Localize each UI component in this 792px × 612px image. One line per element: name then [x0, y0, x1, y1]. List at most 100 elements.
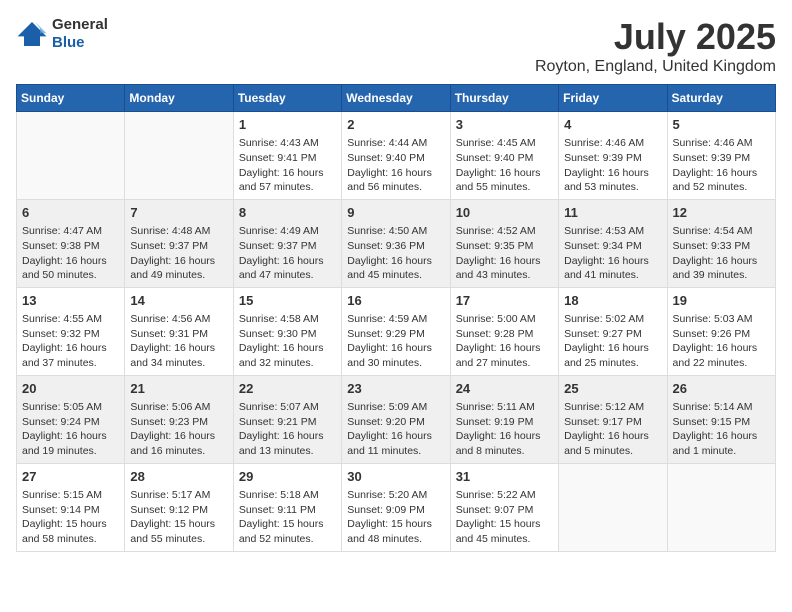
calendar-table: SundayMondayTuesdayWednesdayThursdayFrid…	[16, 84, 776, 552]
calendar-cell	[559, 463, 667, 551]
header-saturday: Saturday	[667, 85, 775, 112]
header-sunday: Sunday	[17, 85, 125, 112]
day-info: Sunrise: 4:43 AM Sunset: 9:41 PM Dayligh…	[239, 136, 336, 195]
day-info: Sunrise: 4:50 AM Sunset: 9:36 PM Dayligh…	[347, 224, 444, 283]
week-row-5: 27 Sunrise: 5:15 AM Sunset: 9:14 PM Dayli…	[17, 463, 776, 551]
calendar-cell: 5 Sunrise: 4:46 AM Sunset: 9:39 PM Daylig…	[667, 112, 775, 200]
day-number: 1	[239, 116, 336, 134]
week-row-1: 1 Sunrise: 4:43 AM Sunset: 9:41 PM Daylig…	[17, 112, 776, 200]
week-row-4: 20Sunrise: 5:05 AM Sunset: 9:24 PM Dayli…	[17, 375, 776, 463]
day-number: 15	[239, 292, 336, 310]
calendar-cell: 29Sunrise: 5:18 AM Sunset: 9:11 PM Dayli…	[233, 463, 341, 551]
day-info: Sunrise: 5:15 AM Sunset: 9:14 PM Dayligh…	[22, 488, 119, 547]
logo-line1: General	[52, 16, 108, 34]
calendar-cell: 13Sunrise: 4:55 AM Sunset: 9:32 PM Dayli…	[17, 287, 125, 375]
calendar-cell: 17 Sunrise: 5:00 AM Sunset: 9:28 PM Dayli…	[450, 287, 558, 375]
day-number: 14	[130, 292, 227, 310]
day-number: 30	[347, 468, 444, 486]
day-number: 26	[673, 380, 770, 398]
main-title: July 2025	[535, 16, 776, 58]
calendar-body: 1 Sunrise: 4:43 AM Sunset: 9:41 PM Daylig…	[17, 112, 776, 552]
header-tuesday: Tuesday	[233, 85, 341, 112]
calendar-cell: 16 Sunrise: 4:59 AM Sunset: 9:29 PM Dayli…	[342, 287, 450, 375]
calendar-cell: 2 Sunrise: 4:44 AM Sunset: 9:40 PM Daylig…	[342, 112, 450, 200]
calendar-cell: 4Sunrise: 4:46 AM Sunset: 9:39 PM Daylig…	[559, 112, 667, 200]
calendar-cell: 25 Sunrise: 5:12 AM Sunset: 9:17 PM Dayli…	[559, 375, 667, 463]
day-info: Sunrise: 4:49 AM Sunset: 9:37 PM Dayligh…	[239, 224, 336, 283]
header-wednesday: Wednesday	[342, 85, 450, 112]
day-number: 17	[456, 292, 553, 310]
calendar-cell	[667, 463, 775, 551]
day-info: Sunrise: 4:55 AM Sunset: 9:32 PM Dayligh…	[22, 312, 119, 371]
day-info: Sunrise: 5:09 AM Sunset: 9:20 PM Dayligh…	[347, 400, 444, 459]
day-number: 18	[564, 292, 661, 310]
day-info: Sunrise: 4:53 AM Sunset: 9:34 PM Dayligh…	[564, 224, 661, 283]
logo-text: General Blue	[52, 16, 108, 52]
calendar-cell: 28 Sunrise: 5:17 AM Sunset: 9:12 PM Dayli…	[125, 463, 233, 551]
day-number: 12	[673, 204, 770, 222]
calendar-cell: 26 Sunrise: 5:14 AM Sunset: 9:15 PM Dayli…	[667, 375, 775, 463]
calendar-cell: 27 Sunrise: 5:15 AM Sunset: 9:14 PM Dayli…	[17, 463, 125, 551]
week-row-2: 6Sunrise: 4:47 AM Sunset: 9:38 PM Daylig…	[17, 199, 776, 287]
day-number: 3	[456, 116, 553, 134]
day-number: 23	[347, 380, 444, 398]
calendar-cell: 23 Sunrise: 5:09 AM Sunset: 9:20 PM Dayli…	[342, 375, 450, 463]
header-row: SundayMondayTuesdayWednesdayThursdayFrid…	[17, 85, 776, 112]
day-number: 29	[239, 468, 336, 486]
calendar-cell: 15Sunrise: 4:58 AM Sunset: 9:30 PM Dayli…	[233, 287, 341, 375]
calendar-cell: 21Sunrise: 5:06 AM Sunset: 9:23 PM Dayli…	[125, 375, 233, 463]
calendar-header: SundayMondayTuesdayWednesdayThursdayFrid…	[17, 85, 776, 112]
day-number: 2	[347, 116, 444, 134]
day-info: Sunrise: 4:56 AM Sunset: 9:31 PM Dayligh…	[130, 312, 227, 371]
day-info: Sunrise: 5:05 AM Sunset: 9:24 PM Dayligh…	[22, 400, 119, 459]
day-info: Sunrise: 5:06 AM Sunset: 9:23 PM Dayligh…	[130, 400, 227, 459]
day-info: Sunrise: 5:17 AM Sunset: 9:12 PM Dayligh…	[130, 488, 227, 547]
calendar-cell: 12Sunrise: 4:54 AM Sunset: 9:33 PM Dayli…	[667, 199, 775, 287]
calendar-cell	[125, 112, 233, 200]
day-number: 19	[673, 292, 770, 310]
day-number: 28	[130, 468, 227, 486]
logo-icon	[16, 20, 48, 48]
page-header: General Blue July 2025 Royton, England, …	[16, 16, 776, 76]
day-info: Sunrise: 4:48 AM Sunset: 9:37 PM Dayligh…	[130, 224, 227, 283]
day-number: 31	[456, 468, 553, 486]
day-number: 27	[22, 468, 119, 486]
calendar-cell: 30Sunrise: 5:20 AM Sunset: 9:09 PM Dayli…	[342, 463, 450, 551]
day-info: Sunrise: 4:46 AM Sunset: 9:39 PM Dayligh…	[564, 136, 661, 195]
calendar-cell: 3 Sunrise: 4:45 AM Sunset: 9:40 PM Daylig…	[450, 112, 558, 200]
day-number: 9	[347, 204, 444, 222]
calendar-cell: 31 Sunrise: 5:22 AM Sunset: 9:07 PM Dayli…	[450, 463, 558, 551]
day-info: Sunrise: 4:45 AM Sunset: 9:40 PM Dayligh…	[456, 136, 553, 195]
day-info: Sunrise: 4:44 AM Sunset: 9:40 PM Dayligh…	[347, 136, 444, 195]
day-info: Sunrise: 4:59 AM Sunset: 9:29 PM Dayligh…	[347, 312, 444, 371]
day-info: Sunrise: 5:07 AM Sunset: 9:21 PM Dayligh…	[239, 400, 336, 459]
subtitle: Royton, England, United Kingdom	[535, 58, 776, 76]
logo: General Blue	[16, 16, 108, 52]
calendar-cell: 20Sunrise: 5:05 AM Sunset: 9:24 PM Dayli…	[17, 375, 125, 463]
calendar-cell: 10Sunrise: 4:52 AM Sunset: 9:35 PM Dayli…	[450, 199, 558, 287]
day-info: Sunrise: 4:47 AM Sunset: 9:38 PM Dayligh…	[22, 224, 119, 283]
day-number: 5	[673, 116, 770, 134]
title-block: July 2025 Royton, England, United Kingdo…	[535, 16, 776, 76]
calendar-cell: 9 Sunrise: 4:50 AM Sunset: 9:36 PM Daylig…	[342, 199, 450, 287]
day-number: 16	[347, 292, 444, 310]
day-number: 24	[456, 380, 553, 398]
day-number: 11	[564, 204, 661, 222]
day-info: Sunrise: 5:00 AM Sunset: 9:28 PM Dayligh…	[456, 312, 553, 371]
day-info: Sunrise: 5:14 AM Sunset: 9:15 PM Dayligh…	[673, 400, 770, 459]
calendar-cell: 22Sunrise: 5:07 AM Sunset: 9:21 PM Dayli…	[233, 375, 341, 463]
day-info: Sunrise: 4:52 AM Sunset: 9:35 PM Dayligh…	[456, 224, 553, 283]
day-info: Sunrise: 4:46 AM Sunset: 9:39 PM Dayligh…	[673, 136, 770, 195]
day-info: Sunrise: 5:12 AM Sunset: 9:17 PM Dayligh…	[564, 400, 661, 459]
calendar-cell: 19Sunrise: 5:03 AM Sunset: 9:26 PM Dayli…	[667, 287, 775, 375]
logo-line2: Blue	[52, 34, 108, 52]
day-info: Sunrise: 5:22 AM Sunset: 9:07 PM Dayligh…	[456, 488, 553, 547]
day-number: 7	[130, 204, 227, 222]
day-info: Sunrise: 5:02 AM Sunset: 9:27 PM Dayligh…	[564, 312, 661, 371]
calendar-cell	[17, 112, 125, 200]
week-row-3: 13Sunrise: 4:55 AM Sunset: 9:32 PM Dayli…	[17, 287, 776, 375]
day-number: 25	[564, 380, 661, 398]
header-thursday: Thursday	[450, 85, 558, 112]
calendar-cell: 11 Sunrise: 4:53 AM Sunset: 9:34 PM Dayli…	[559, 199, 667, 287]
day-number: 8	[239, 204, 336, 222]
